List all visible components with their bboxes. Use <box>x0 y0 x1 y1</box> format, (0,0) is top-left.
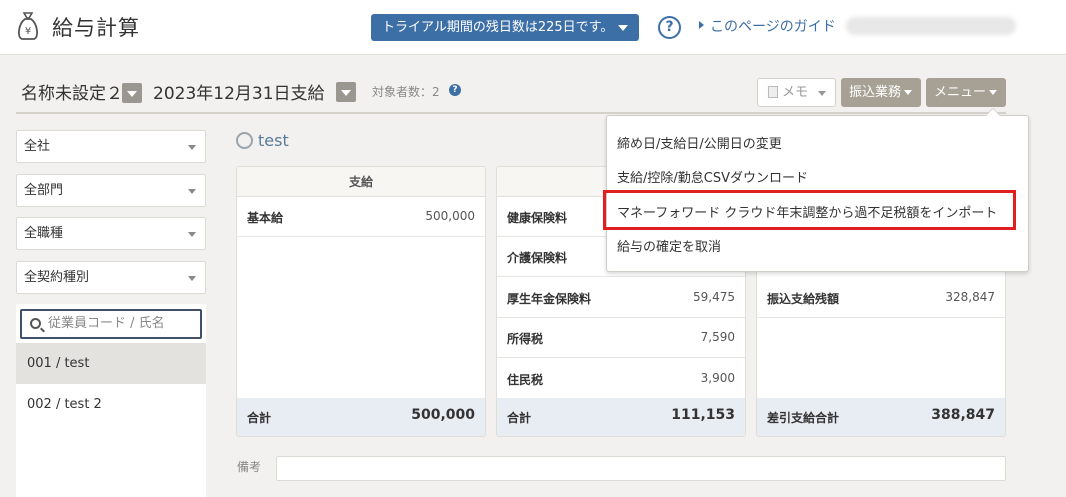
search-icon <box>30 318 41 329</box>
memo-icon <box>768 86 778 98</box>
filter-label: 全部門 <box>24 183 64 198</box>
caret-down-icon <box>188 276 196 281</box>
contract-type-filter[interactable]: 全契約種別 <box>16 261 206 294</box>
row-label: 厚生年金保険料 <box>507 292 592 306</box>
row-label: 所得税 <box>507 332 544 346</box>
department-filter[interactable]: 全部門 <box>16 174 206 207</box>
list-item[interactable]: 001 / test <box>16 343 206 384</box>
table-row: 基本給 500,000 <box>237 197 485 237</box>
trial-text: トライアル期間の残日数は225日です。 <box>382 20 614 35</box>
total-row: 合計 111,153 <box>497 398 745 436</box>
pay-card: 支給 基本給 500,000 合計 500,000 <box>236 166 486 437</box>
search-placeholder: 従業員コード / 氏名 <box>48 316 165 331</box>
period-dropdown-button[interactable] <box>122 83 142 103</box>
total-value: 500,000 <box>411 407 475 423</box>
total-label: 合計 <box>247 411 272 425</box>
caret-down-icon <box>904 90 912 95</box>
person-icon <box>236 132 253 149</box>
user-menu-blurred[interactable] <box>846 17 1016 35</box>
menu-item-csv-download[interactable]: 支給/控除/勤怠CSVダウンロード <box>617 167 808 186</box>
furikomi-button[interactable]: 振込業務 <box>841 78 921 107</box>
total-value: 388,847 <box>931 407 995 423</box>
total-label: 差引支給合計 <box>767 411 840 425</box>
row-value: 59,475 <box>693 290 735 304</box>
pay-date: 2023年12月31日支給 <box>153 84 325 104</box>
employee-name: test <box>258 131 289 150</box>
caret-down-icon <box>188 145 196 150</box>
remarks-label: 備考 <box>237 460 262 474</box>
pay-date-dropdown-button[interactable] <box>336 82 356 102</box>
total-row: 差引支給合計 388,847 <box>757 398 1005 436</box>
row-label: 振込支給残額 <box>767 292 840 306</box>
job-type-filter[interactable]: 全職種 <box>16 217 206 250</box>
remarks-input[interactable] <box>276 456 1006 481</box>
guide-link[interactable]: このページのガイド <box>699 16 836 36</box>
trial-dropdown[interactable]: トライアル期間の残日数は225日です。 <box>371 14 639 41</box>
employee-heading: test <box>236 131 289 150</box>
highlight-annotation <box>603 190 1016 230</box>
target-count: 対象者数：2 <box>372 85 440 99</box>
app-header: ¥ 給与計算 トライアル期間の残日数は225日です。 ? このページのガイド <box>0 0 1066 55</box>
row-label: 介護保険料 <box>507 251 568 265</box>
employee-search-input[interactable]: 従業員コード / 氏名 <box>20 309 202 339</box>
help-icon[interactable]: ? <box>658 16 681 39</box>
caret-down-icon <box>188 189 196 194</box>
row-value: 7,590 <box>700 330 735 344</box>
menu-button[interactable]: メニュー <box>926 78 1006 107</box>
list-item[interactable]: 002 / test 2 <box>16 384 206 425</box>
period-name: 名称未設定２ <box>21 84 123 104</box>
caret-down-icon <box>188 232 196 237</box>
guide-link-label: このページのガイド <box>710 19 836 35</box>
caret-down-icon <box>618 25 628 31</box>
total-value: 111,153 <box>671 407 735 423</box>
menu-item-change-dates[interactable]: 締め日/支給日/公開日の変更 <box>617 133 782 152</box>
row-value: 3,900 <box>700 371 735 385</box>
table-row: 住民税 3,900 <box>497 359 745 399</box>
row-label: 住民税 <box>507 373 544 387</box>
filter-label: 全職種 <box>24 226 64 241</box>
svg-text:¥: ¥ <box>25 26 31 37</box>
total-label: 合計 <box>507 411 532 425</box>
row-label: 健康保険料 <box>507 211 568 225</box>
row-value: 328,847 <box>945 290 995 304</box>
company-filter[interactable]: 全社 <box>16 130 206 163</box>
memo-button[interactable]: メモ <box>757 78 836 107</box>
card-title: 支給 <box>237 167 485 197</box>
table-row: 厚生年金保険料 59,475 <box>497 278 745 318</box>
filter-label: 全社 <box>24 139 51 154</box>
filter-label: 全契約種別 <box>24 270 90 285</box>
furikomi-label: 振込業務 <box>849 85 902 100</box>
question-icon[interactable]: ? <box>449 84 461 96</box>
caret-down-icon <box>818 91 826 96</box>
table-row: 振込支給残額 328,847 <box>757 278 1005 318</box>
triangle-right-icon <box>699 21 704 29</box>
divider <box>16 112 1006 114</box>
row-value: 500,000 <box>425 209 475 223</box>
total-row: 合計 500,000 <box>237 398 485 436</box>
caret-down-icon <box>989 90 997 95</box>
table-row: 所得税 7,590 <box>497 318 745 358</box>
memo-label: メモ <box>782 85 809 100</box>
row-label: 基本給 <box>247 211 284 225</box>
money-bag-icon: ¥ <box>18 12 38 40</box>
app-title: 給与計算 <box>52 16 140 40</box>
menu-item-cancel-confirmation[interactable]: 給与の確定を取消 <box>617 236 721 255</box>
menu-label: メニュー <box>934 85 987 100</box>
